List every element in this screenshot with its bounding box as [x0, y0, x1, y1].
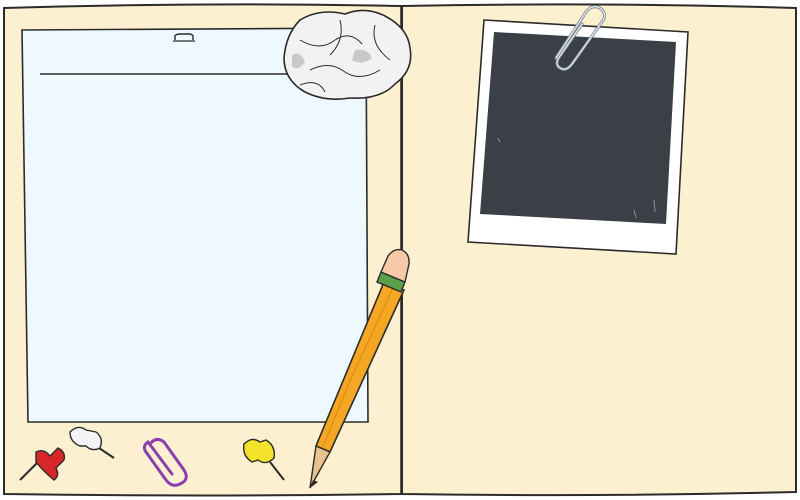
photo-image [480, 32, 676, 224]
desk-scene [0, 0, 800, 500]
crumpled-paper [283, 9, 412, 100]
scene-canvas [3, 3, 797, 497]
